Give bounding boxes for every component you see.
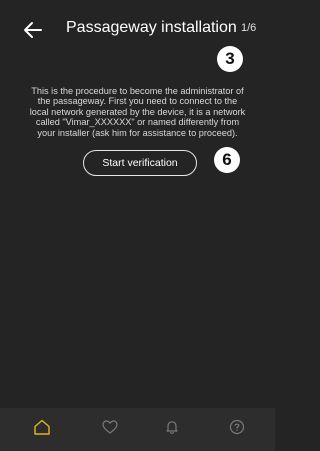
bottom-nav — [0, 408, 275, 451]
heart-icon — [101, 418, 119, 441]
procedure-description: This is the procedure to become the admi… — [29, 86, 246, 138]
nav-favorites[interactable] — [76, 408, 144, 451]
nav-help[interactable] — [203, 408, 271, 451]
page-title: Passageway installation — [66, 19, 237, 36]
nav-notifications[interactable] — [138, 408, 206, 451]
step-counter: 1/6 — [241, 22, 257, 34]
callout-badge-6: 6 — [214, 147, 240, 173]
bell-icon — [163, 418, 181, 441]
nav-home[interactable] — [8, 408, 76, 451]
back-arrow-icon[interactable] — [22, 19, 44, 41]
start-verification-button[interactable]: Start verification — [83, 150, 197, 176]
help-icon — [228, 418, 246, 441]
home-icon — [33, 418, 51, 441]
callout-badge-3: 3 — [217, 46, 243, 72]
